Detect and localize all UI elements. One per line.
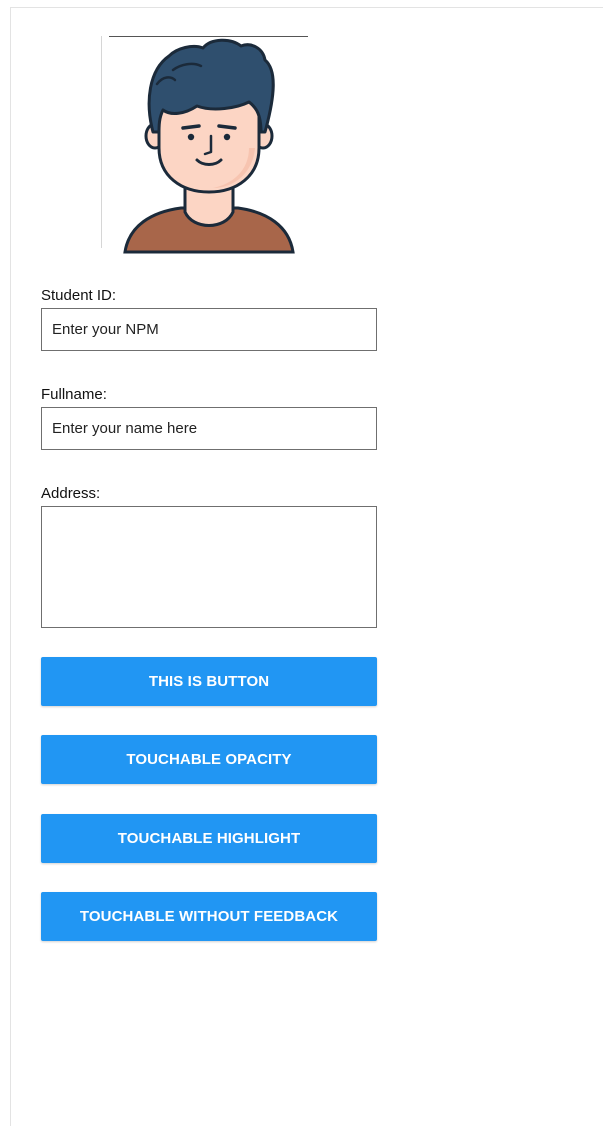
touchable-without-feedback-button[interactable]: TOUCHABLE WITHOUT FEEDBACK [41,892,377,941]
touchable-highlight-button[interactable]: TOUCHABLE HIGHLIGHT [41,814,377,863]
male-student-avatar-icon [101,36,308,254]
avatar [101,36,318,254]
fullname-input[interactable]: Enter your name here [41,407,377,450]
address-textarea[interactable] [41,506,377,628]
student-id-label: Student ID: [41,287,117,304]
student-id-input[interactable]: Enter your NPM [41,308,377,351]
fullname-label: Fullname: [41,386,107,403]
touchable-opacity-button[interactable]: TOUCHABLE OPACITY [41,735,377,784]
address-label: Address: [41,485,101,502]
this-is-button[interactable]: THIS IS BUTTON [41,657,377,706]
